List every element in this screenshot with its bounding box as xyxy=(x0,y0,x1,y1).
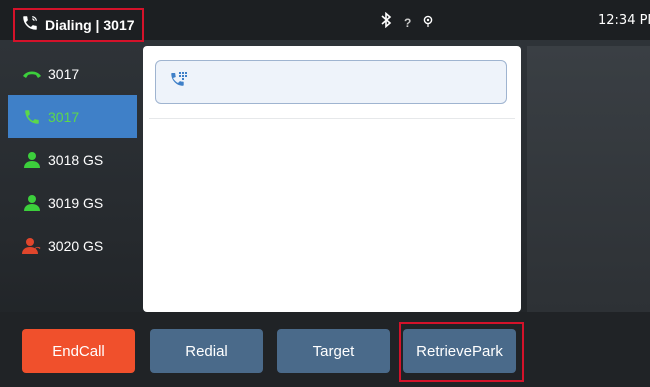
contact-available-icon xyxy=(20,150,44,170)
handset-green-icon xyxy=(20,64,44,84)
line-item-5[interactable]: 3020 GS xyxy=(8,224,137,267)
handset-active-icon xyxy=(20,107,44,127)
line-item-3[interactable]: 3018 GS xyxy=(8,138,137,181)
contact-busy-icon xyxy=(20,236,44,256)
dial-number-field[interactable] xyxy=(155,60,507,104)
line-label: 3018 GS xyxy=(48,151,104,168)
call-state-indicator: Dialing | 3017 xyxy=(13,8,144,42)
redial-button[interactable]: Redial xyxy=(150,329,263,373)
popup-divider xyxy=(149,118,515,119)
location-icon xyxy=(423,14,433,32)
line-item-4[interactable]: 3019 GS xyxy=(8,181,137,224)
line-item-1[interactable]: 3017 xyxy=(8,52,137,95)
dialpad-phone-icon xyxy=(168,69,190,96)
status-icons: ? xyxy=(380,11,433,33)
contact-available-icon xyxy=(20,193,44,213)
bluetooth-icon xyxy=(380,11,392,33)
end-call-button[interactable]: EndCall xyxy=(22,329,135,373)
target-button[interactable]: Target xyxy=(277,329,390,373)
line-label: 3017 xyxy=(48,65,80,82)
line-label: 3019 GS xyxy=(48,194,104,211)
clock: 12:34 PM xyxy=(598,13,650,28)
dial-popup xyxy=(143,46,521,312)
line-item-2[interactable]: 3017 xyxy=(8,95,137,138)
line-list: 3017 3017 3018 GS 3019 GS 3020 GS xyxy=(8,52,137,307)
dialing-phone-icon xyxy=(21,14,39,37)
line-label: 3017 xyxy=(48,108,80,125)
background-panel xyxy=(527,46,650,312)
line-label: 3020 GS xyxy=(48,237,104,254)
softkey-bar: EndCall Redial Target RetrievePark xyxy=(0,312,650,387)
retrieve-park-button[interactable]: RetrievePark xyxy=(403,329,516,373)
phone-screen: Dialing | 3017 ? 12:34 PM 3017 3017 xyxy=(0,0,650,387)
status-bar: Dialing | 3017 ? 12:34 PM xyxy=(0,0,650,42)
wifi-unknown-icon: ? xyxy=(404,15,412,30)
call-state-text: Dialing | 3017 xyxy=(45,17,135,33)
